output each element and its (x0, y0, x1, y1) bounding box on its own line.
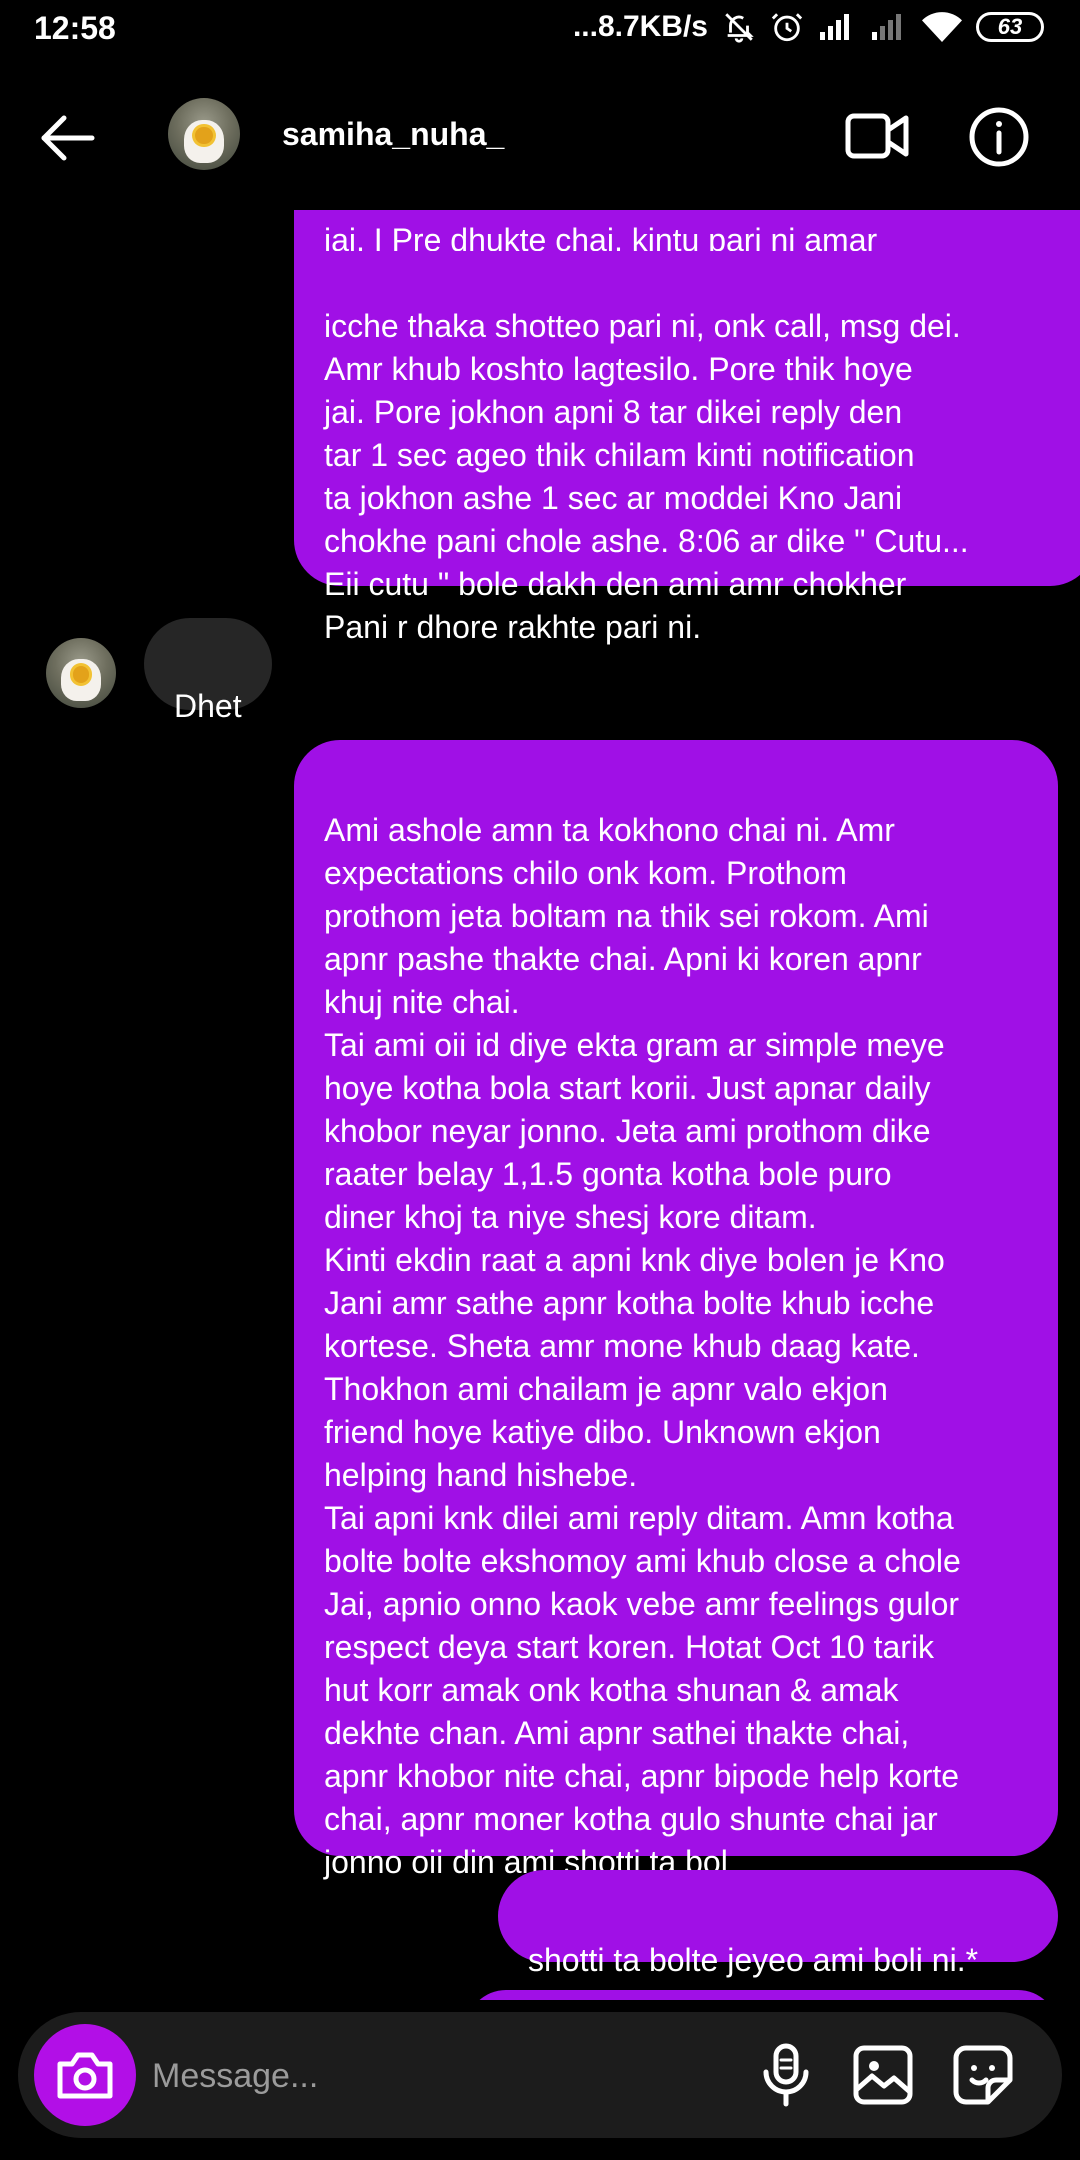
arrow-left-icon (41, 115, 95, 161)
microphone-button[interactable] (758, 2042, 814, 2108)
network-speed: ...8.7KB/s (572, 10, 708, 43)
status-bar: 12:58 ...8.7KB/s 63 (0, 0, 1080, 62)
video-call-button[interactable] (844, 108, 910, 164)
message-bubble-sent[interactable]: shotti ta bolte jeyeo ami boli ni.* (498, 1870, 1058, 1978)
wifi-icon (922, 12, 962, 42)
sticker-button[interactable] (952, 2044, 1014, 2106)
message-composer (18, 2012, 1062, 2138)
message-text: icche thaka shotteo pari ni, onk call, m… (324, 308, 969, 645)
chat-username[interactable]: samiha_nuha_ (282, 116, 504, 153)
status-icons: ...8.7KB/s 63 (573, 10, 1044, 44)
gallery-button[interactable] (852, 2044, 914, 2106)
battery-icon: 63 (976, 12, 1044, 42)
back-button[interactable] (36, 110, 100, 166)
mute-icon (722, 10, 756, 44)
message-bubble-sent[interactable]: jai, I Pre dhukte chai, kintu pari ni am… (294, 210, 1080, 645)
message-bubble-sent[interactable]: Ami ashole amn ta kokhono chai ni. Amr e… (294, 740, 1058, 1880)
video-camera-icon (845, 113, 909, 159)
microphone-icon (763, 2043, 809, 2107)
message-bubble-received[interactable]: Dhet (144, 618, 272, 724)
sender-avatar[interactable] (46, 638, 116, 708)
message-list[interactable]: jai, I Pre dhukte chai, kintu pari ni am… (0, 210, 1080, 2000)
image-icon (853, 2045, 913, 2105)
info-icon (969, 107, 1029, 167)
message-text: shotti ta bolte jeyeo ami boli ni.* (528, 1942, 979, 1978)
signal-icon-2 (870, 12, 908, 42)
sticker-icon (953, 2045, 1013, 2105)
signal-icon (818, 12, 856, 42)
message-bubble-sent-partial[interactable] (466, 1990, 1058, 2000)
message-text-clipped: jai, I Pre dhukte chai, kintu pari ni am… (324, 222, 878, 251)
message-text: Ami ashole amn ta kokhono chai ni. Amr e… (324, 812, 961, 1880)
status-time: 12:58 (34, 10, 116, 46)
info-button[interactable] (968, 106, 1030, 168)
avatar[interactable] (168, 98, 240, 170)
message-text: Dhet (174, 688, 242, 724)
alarm-icon (770, 10, 804, 44)
camera-icon (57, 2052, 113, 2099)
camera-button[interactable] (34, 2024, 136, 2126)
message-input[interactable] (150, 2042, 734, 2110)
chat-header: samiha_nuha_ (0, 82, 1080, 192)
